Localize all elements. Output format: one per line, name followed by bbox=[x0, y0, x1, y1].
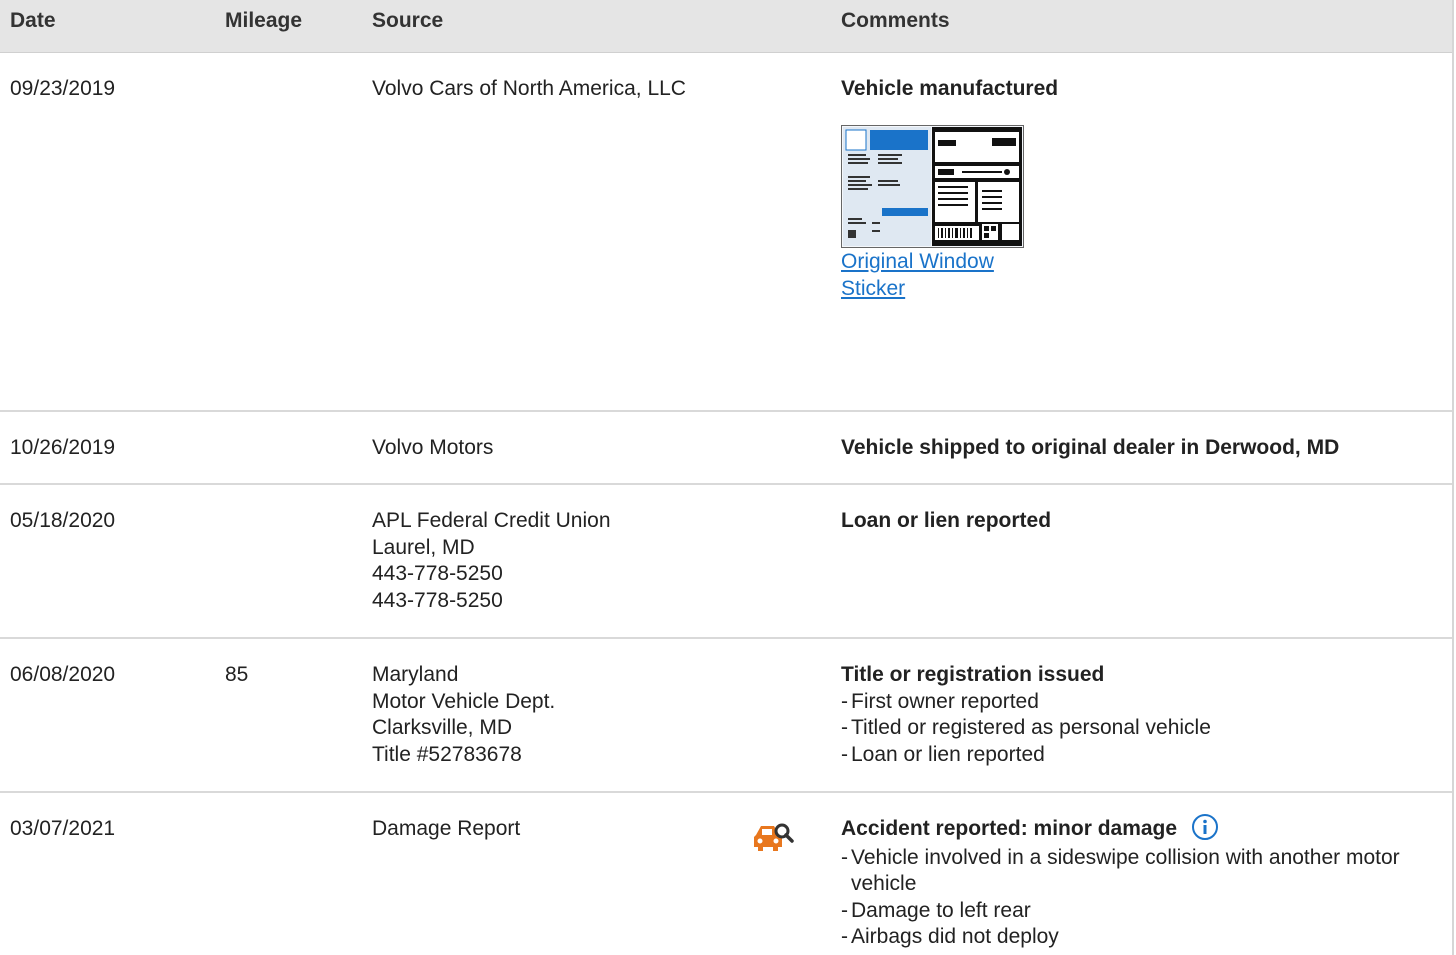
row-date: 05/18/2020 bbox=[10, 509, 116, 532]
table-row: 05/18/2020 APL Federal Credit Union Laur… bbox=[0, 485, 1452, 639]
row-source: Volvo Motors bbox=[372, 435, 493, 462]
row-source: APL Federal Credit Union Laurel, MD 443-… bbox=[372, 508, 611, 614]
comment-title: Title or registration issued bbox=[841, 663, 1105, 686]
comment-detail: Loan or lien reported bbox=[841, 742, 1432, 769]
source-line: APL Federal Credit Union bbox=[372, 509, 611, 532]
row-date: 10/26/2019 bbox=[10, 436, 116, 459]
comment-details: First owner reported Titled or registere… bbox=[841, 689, 1432, 769]
comment-detail: Damage to left rear bbox=[841, 898, 1432, 925]
row-comments: Vehicle manufactured Original Window Sti… bbox=[841, 76, 1432, 302]
table-row: 06/08/2020 85 Maryland Motor Vehicle Dep… bbox=[0, 639, 1452, 793]
row-date: 03/07/2021 bbox=[10, 817, 116, 840]
window-sticker-thumbnail[interactable] bbox=[841, 124, 1024, 248]
source-phone: 443-778-5250 bbox=[372, 588, 503, 612]
car-damage-search-icon bbox=[752, 821, 794, 863]
source-line: Title #52783678 bbox=[372, 742, 522, 766]
header-mileage: Mileage bbox=[225, 9, 303, 32]
row-source: Volvo Cars of North America, LLC bbox=[372, 76, 686, 103]
source-line: Laurel, MD bbox=[372, 535, 475, 559]
source-line: Motor Vehicle Dept. bbox=[372, 689, 556, 713]
row-comments: Vehicle shipped to original dealer in De… bbox=[841, 435, 1432, 462]
accident-title: Accident reported: minor damage bbox=[841, 817, 1178, 840]
row-date: 06/08/2020 bbox=[10, 663, 116, 686]
header-date: Date bbox=[10, 9, 56, 32]
comment-title: Vehicle shipped to original dealer in De… bbox=[841, 436, 1340, 459]
table-header: Date Mileage Source Comments bbox=[0, 0, 1452, 53]
header-source: Source bbox=[372, 9, 444, 32]
comment-detail: Airbags did not deploy bbox=[841, 924, 1432, 951]
source-line: Volvo Cars of North America, LLC bbox=[372, 77, 686, 100]
comment-detail: Vehicle involved in a sideswipe collisio… bbox=[841, 845, 1432, 898]
row-date: 09/23/2019 bbox=[10, 77, 116, 100]
table-row: 10/26/2019 Volvo Motors Vehicle shipped … bbox=[0, 412, 1452, 485]
row-comments: Accident reported: minor damage Vehicle … bbox=[841, 813, 1432, 951]
comment-details: Vehicle involved in a sideswipe collisio… bbox=[841, 845, 1432, 951]
source-line: Maryland bbox=[372, 663, 459, 686]
table-row: 09/23/2019 Volvo Cars of North America, … bbox=[0, 53, 1452, 412]
source-line: Damage Report bbox=[372, 817, 521, 840]
original-window-sticker-link[interactable]: Original Window Sticker bbox=[841, 248, 1031, 302]
source-line: Clarksville, MD bbox=[372, 716, 513, 739]
row-mileage: 85 bbox=[225, 663, 249, 686]
comment-title: Accident reported: minor damage bbox=[841, 813, 1432, 843]
row-comments: Title or registration issued First owner… bbox=[841, 662, 1432, 768]
row-source: Damage Report bbox=[372, 816, 520, 843]
comment-title: Loan or lien reported bbox=[841, 509, 1052, 532]
comment-detail: Titled or registered as personal vehicle bbox=[841, 715, 1432, 742]
vehicle-history-table: Date Mileage Source Comments 09/23/2019 … bbox=[0, 0, 1454, 955]
header-comments: Comments bbox=[841, 9, 950, 32]
row-comments: Loan or lien reported bbox=[841, 508, 1432, 535]
row-source: Maryland Motor Vehicle Dept. Clarksville… bbox=[372, 662, 555, 768]
comment-title: Vehicle manufactured bbox=[841, 77, 1059, 100]
table-row: 03/07/2021 Damage Report Accident report… bbox=[0, 793, 1452, 955]
source-line: Volvo Motors bbox=[372, 436, 494, 459]
comment-detail: First owner reported bbox=[841, 689, 1432, 716]
info-icon[interactable] bbox=[1191, 813, 1219, 841]
source-phone: 443-778-5250 bbox=[372, 562, 503, 585]
